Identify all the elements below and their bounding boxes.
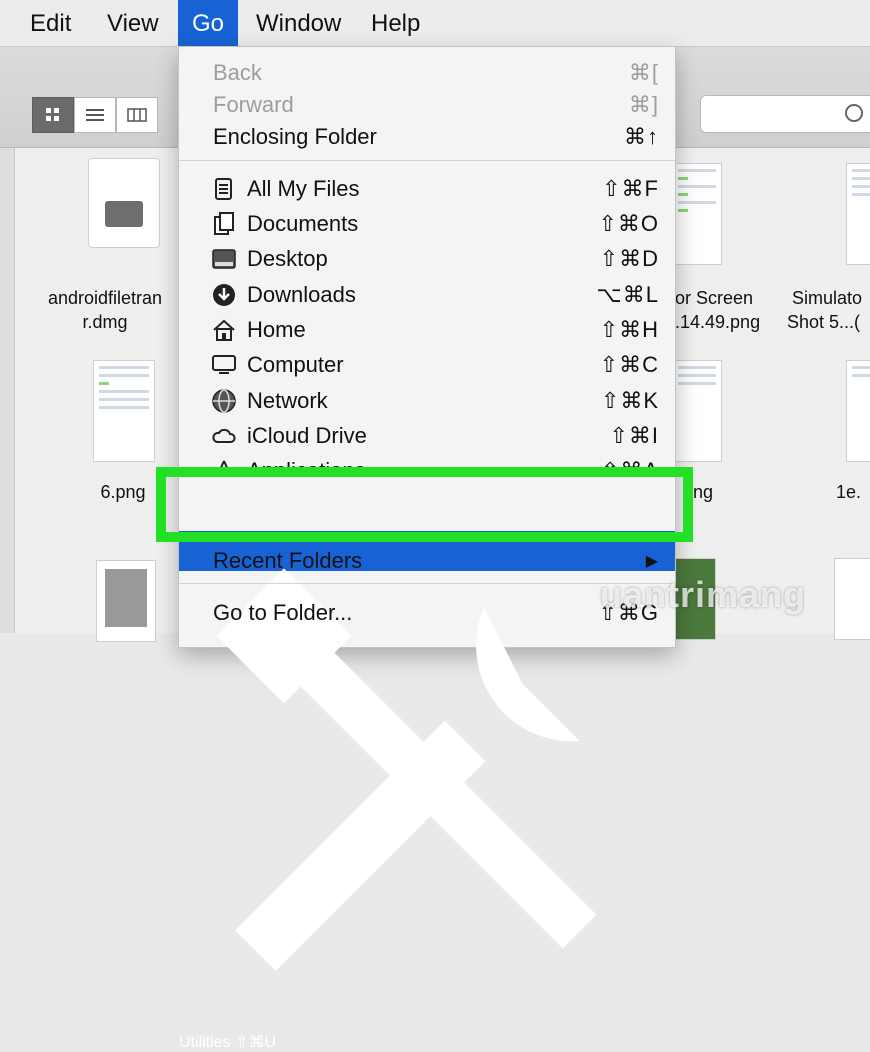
menu-window[interactable]: Window xyxy=(256,0,341,46)
file-label[interactable]: r.dmg xyxy=(35,311,175,333)
highlight-annotation-box xyxy=(156,467,693,542)
file-label[interactable]: or Screen xyxy=(675,287,775,309)
menu-go[interactable]: Go xyxy=(178,0,239,46)
menu-item-enclosing-folder[interactable]: Enclosing Folder ⌘↑ xyxy=(179,119,675,154)
sidebar-edge xyxy=(0,148,15,633)
screenshot-thumbnail[interactable] xyxy=(96,560,156,642)
screenshot-thumbnail[interactable] xyxy=(846,163,870,265)
screenshot-thumbnail[interactable] xyxy=(672,163,722,265)
menu-item-home[interactable]: Home ⇧⌘H xyxy=(179,312,675,347)
screenshot-thumbnail[interactable] xyxy=(834,558,870,640)
menu-item-icloud-drive[interactable]: iCloud Drive ⇧⌘I xyxy=(179,418,675,453)
go-menu: Back ⌘[ Forward ⌘] Enclosing Folder ⌘↑ A… xyxy=(178,46,676,1051)
file-label[interactable]: .14.49.png xyxy=(675,311,775,333)
watermark: uantrimang xyxy=(600,574,807,615)
search-icon xyxy=(845,104,863,122)
menu-item-documents[interactable]: Documents ⇧⌘O xyxy=(179,206,675,241)
menu-item-back[interactable]: Back ⌘[ xyxy=(179,55,675,90)
search-field[interactable] xyxy=(700,95,870,133)
column-view-button[interactable] xyxy=(116,97,158,133)
list-view-button[interactable] xyxy=(74,97,116,133)
desktop-icon xyxy=(212,249,236,269)
list-icon xyxy=(86,109,104,121)
submenu-arrow-icon: ▶ xyxy=(645,553,659,570)
menu-bar: Edit View Go Window Help xyxy=(0,0,870,47)
menu-item-computer[interactable]: Computer ⇧⌘C xyxy=(179,347,675,382)
menu-separator xyxy=(179,160,675,161)
menu-item-forward[interactable]: Forward ⌘] xyxy=(179,87,675,122)
screenshot-thumbnail[interactable] xyxy=(672,360,722,462)
grid-icon xyxy=(46,108,59,121)
dmg-file-icon[interactable] xyxy=(88,158,160,248)
menu-item-recent-folders[interactable]: Recent Folders ▶ xyxy=(179,543,675,578)
cloud-icon xyxy=(212,428,236,443)
file-label[interactable]: Shot 5...( xyxy=(787,311,870,333)
file-label[interactable]: ng xyxy=(693,481,733,503)
menu-edit[interactable]: Edit xyxy=(30,0,71,46)
file-label[interactable]: 6.png xyxy=(93,481,153,503)
menu-item-network[interactable]: Network ⇧⌘K xyxy=(179,383,675,418)
home-icon xyxy=(213,319,235,341)
columns-icon xyxy=(127,108,147,122)
file-label[interactable]: 1e. xyxy=(836,481,870,503)
screenshot-thumbnail[interactable] xyxy=(93,360,155,462)
file-label[interactable]: androidfiletran xyxy=(35,287,175,309)
file-label[interactable]: Simulato xyxy=(792,287,870,309)
documents-icon xyxy=(214,212,234,235)
icon-view-button[interactable] xyxy=(32,97,74,133)
menu-item-downloads[interactable]: Downloads ⌥⌘L xyxy=(179,277,675,312)
downloads-icon xyxy=(213,284,235,306)
all-files-icon xyxy=(215,178,232,200)
computer-icon xyxy=(212,355,236,374)
network-icon xyxy=(212,389,236,413)
menu-item-desktop[interactable]: Desktop ⇧⌘D xyxy=(179,241,675,276)
menu-item-all-my-files[interactable]: All My Files ⇧⌘F xyxy=(179,171,675,206)
menu-help[interactable]: Help xyxy=(371,0,420,46)
menu-view[interactable]: View xyxy=(107,0,159,46)
screenshot-thumbnail[interactable] xyxy=(846,360,870,462)
view-mode-segment xyxy=(32,97,158,133)
